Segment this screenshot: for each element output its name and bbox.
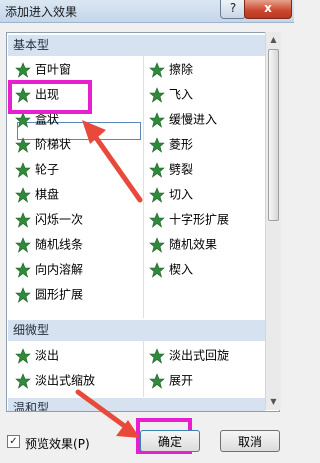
cancel-button[interactable]: 取消 <box>220 430 280 452</box>
preview-checkbox[interactable]: ✓ <box>7 435 20 448</box>
ok-button[interactable]: 确定 <box>140 430 200 452</box>
red-arrow-shaft <box>89 129 143 203</box>
preview-label[interactable]: 预览效果(P) <box>25 435 90 452</box>
preview-label-text: 预览效果 <box>25 437 74 451</box>
red-arrow-shaft <box>75 389 133 433</box>
preview-shortcut: P <box>77 437 85 451</box>
red-arrow-head <box>82 120 106 144</box>
annotation-arrows <box>75 120 143 438</box>
